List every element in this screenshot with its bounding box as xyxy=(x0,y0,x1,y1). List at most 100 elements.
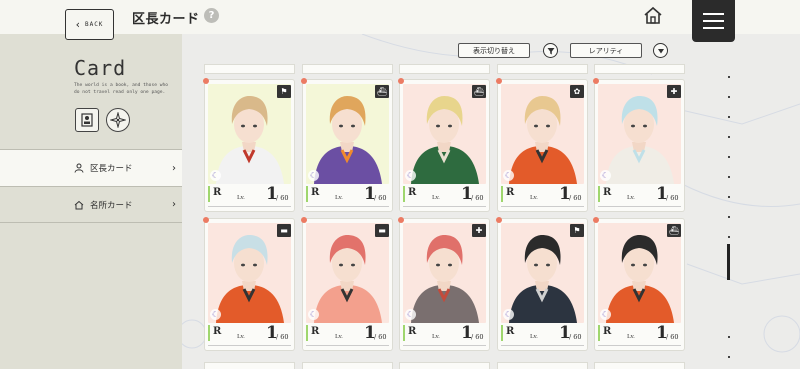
sort-select[interactable]: レアリティ xyxy=(570,43,642,58)
character-portrait xyxy=(501,84,584,184)
card-level-max: / 60 xyxy=(374,194,387,202)
moon-icon: ☾ xyxy=(600,309,611,320)
card-level-max: / 60 xyxy=(666,194,679,202)
divider xyxy=(403,206,486,207)
moon-icon: ☾ xyxy=(210,170,221,181)
chevron-down-icon[interactable] xyxy=(653,43,668,58)
home-icon[interactable] xyxy=(643,6,663,25)
home-icon xyxy=(74,200,84,209)
sidebar-item-label: 名所カード xyxy=(90,200,133,211)
gun-icon: ▬ xyxy=(277,224,291,237)
card-level-label: Lv. xyxy=(432,334,440,340)
rarity-bar xyxy=(403,186,405,202)
card-level-label: Lv. xyxy=(432,195,440,201)
district-card[interactable]: ▬ ☾ R Lv. 1 / 60 xyxy=(203,217,294,350)
card-footer: R Lv. 1 / 60 xyxy=(400,184,489,211)
sidebar-item-district-card[interactable]: 区長カード › xyxy=(0,149,182,186)
rarity-bar xyxy=(501,186,503,202)
back-button[interactable]: ‹ BACK xyxy=(65,9,114,40)
district-card[interactable]: ⚑ ☾ R Lv. 1 / 60 xyxy=(203,78,294,211)
divider xyxy=(403,345,486,346)
rarity-bar xyxy=(306,186,308,202)
rarity-bar xyxy=(403,325,405,341)
hamburger-icon-bar xyxy=(703,20,724,22)
district-card[interactable]: ⛴ ☾ R Lv. 1 / 60 xyxy=(398,78,489,211)
card-footer: R Lv. 1 / 60 xyxy=(205,323,294,350)
divider xyxy=(501,345,584,346)
card-peek-top xyxy=(205,65,294,73)
divider xyxy=(306,345,389,346)
character-portrait xyxy=(598,223,681,323)
card-level-label: Lv. xyxy=(530,334,538,340)
id-card-icon[interactable] xyxy=(75,108,99,132)
help-icon[interactable]: ? xyxy=(204,8,219,23)
moon-icon: ☾ xyxy=(308,309,319,320)
rarity-bar xyxy=(306,325,308,341)
scroll-track[interactable] xyxy=(728,76,730,366)
back-label: BACK xyxy=(84,21,104,28)
card-footer: R Lv. 1 / 60 xyxy=(205,184,294,211)
ship-icon: ⛴ xyxy=(667,224,681,237)
card-level-max: / 60 xyxy=(374,333,387,341)
card-footer: R Lv. 1 / 60 xyxy=(498,184,587,211)
card-peek-top xyxy=(595,65,684,73)
district-card[interactable]: ✿ ☾ R Lv. 1 / 60 xyxy=(496,78,587,211)
card-level-label: Lv. xyxy=(627,334,635,340)
gun-icon: ▬ xyxy=(375,224,389,237)
card-rarity: R xyxy=(603,187,612,198)
card-level-max: / 60 xyxy=(471,194,484,202)
ship-icon: ⛴ xyxy=(375,85,389,98)
sidebar-item-landmark-card[interactable]: 名所カード › xyxy=(0,186,182,223)
display-toggle-button[interactable]: 表示切り替え xyxy=(458,43,530,58)
leaf-icon: ✿ xyxy=(570,85,584,98)
card-peek-top xyxy=(498,65,587,73)
moon-icon: ☾ xyxy=(503,170,514,181)
card-level-max: / 60 xyxy=(471,333,484,341)
card-level-label: Lv. xyxy=(627,195,635,201)
card-grid-area[interactable]: 表示切り替え レアリティ ⚑ ☾ R Lv. 1 / 60 ⛴ ☾ R Lv. … xyxy=(182,34,800,369)
rarity-bar xyxy=(208,186,210,202)
scroll-thumb[interactable] xyxy=(727,244,730,280)
sidebar-item-label: 区長カード xyxy=(90,164,133,174)
divider xyxy=(598,206,681,207)
district-card[interactable]: ▬ ☾ R Lv. 1 / 60 xyxy=(301,217,392,350)
district-card[interactable]: ⛴ ☾ R Lv. 1 / 60 xyxy=(301,78,392,211)
character-portrait xyxy=(306,84,389,184)
character-portrait xyxy=(306,223,389,323)
ship-icon: ⛴ xyxy=(472,85,486,98)
moon-icon: ☾ xyxy=(308,170,319,181)
card-peek-bottom xyxy=(498,363,587,369)
district-card[interactable]: ⛴ ☾ R Lv. 1 / 60 xyxy=(593,217,684,350)
character-portrait xyxy=(501,223,584,323)
district-card[interactable]: ✚ ☾ R Lv. 1 / 60 xyxy=(593,78,684,211)
card-rarity: R xyxy=(408,326,417,337)
card-peek-top xyxy=(400,65,489,73)
card-level-max: / 60 xyxy=(276,194,289,202)
district-card[interactable]: ✚ ☾ R Lv. 1 / 60 xyxy=(398,217,489,350)
card-footer: R Lv. 1 / 60 xyxy=(400,323,489,350)
district-card[interactable]: ⚑ ☾ R Lv. 1 / 60 xyxy=(496,217,587,350)
filter-icon[interactable] xyxy=(543,43,558,58)
divider xyxy=(598,345,681,346)
card-rarity: R xyxy=(603,326,612,337)
card-footer: R Lv. 1 / 60 xyxy=(595,184,684,211)
chevron-right-icon: › xyxy=(172,199,176,210)
header: 区長カード ? xyxy=(0,0,800,34)
divider xyxy=(501,206,584,207)
moon-icon: ☾ xyxy=(210,309,221,320)
character-portrait xyxy=(208,84,291,184)
card-level-label: Lv. xyxy=(237,334,245,340)
sidebar: Card The world is a book, and those who … xyxy=(0,34,182,369)
compass-icon[interactable] xyxy=(106,108,130,132)
character-portrait xyxy=(208,223,291,323)
flag-icon: ⚑ xyxy=(570,224,584,237)
menu-button[interactable] xyxy=(692,0,735,42)
moon-icon: ☾ xyxy=(405,170,416,181)
card-level-label: Lv. xyxy=(237,195,245,201)
sidebar-description: The world is a book, and those who do no… xyxy=(74,83,169,95)
card-peek-top xyxy=(303,65,392,73)
card-footer: R Lv. 1 / 60 xyxy=(498,323,587,350)
card-footer: R Lv. 1 / 60 xyxy=(303,184,392,211)
medic-icon: ✚ xyxy=(667,85,681,98)
card-level-max: / 60 xyxy=(569,333,582,341)
